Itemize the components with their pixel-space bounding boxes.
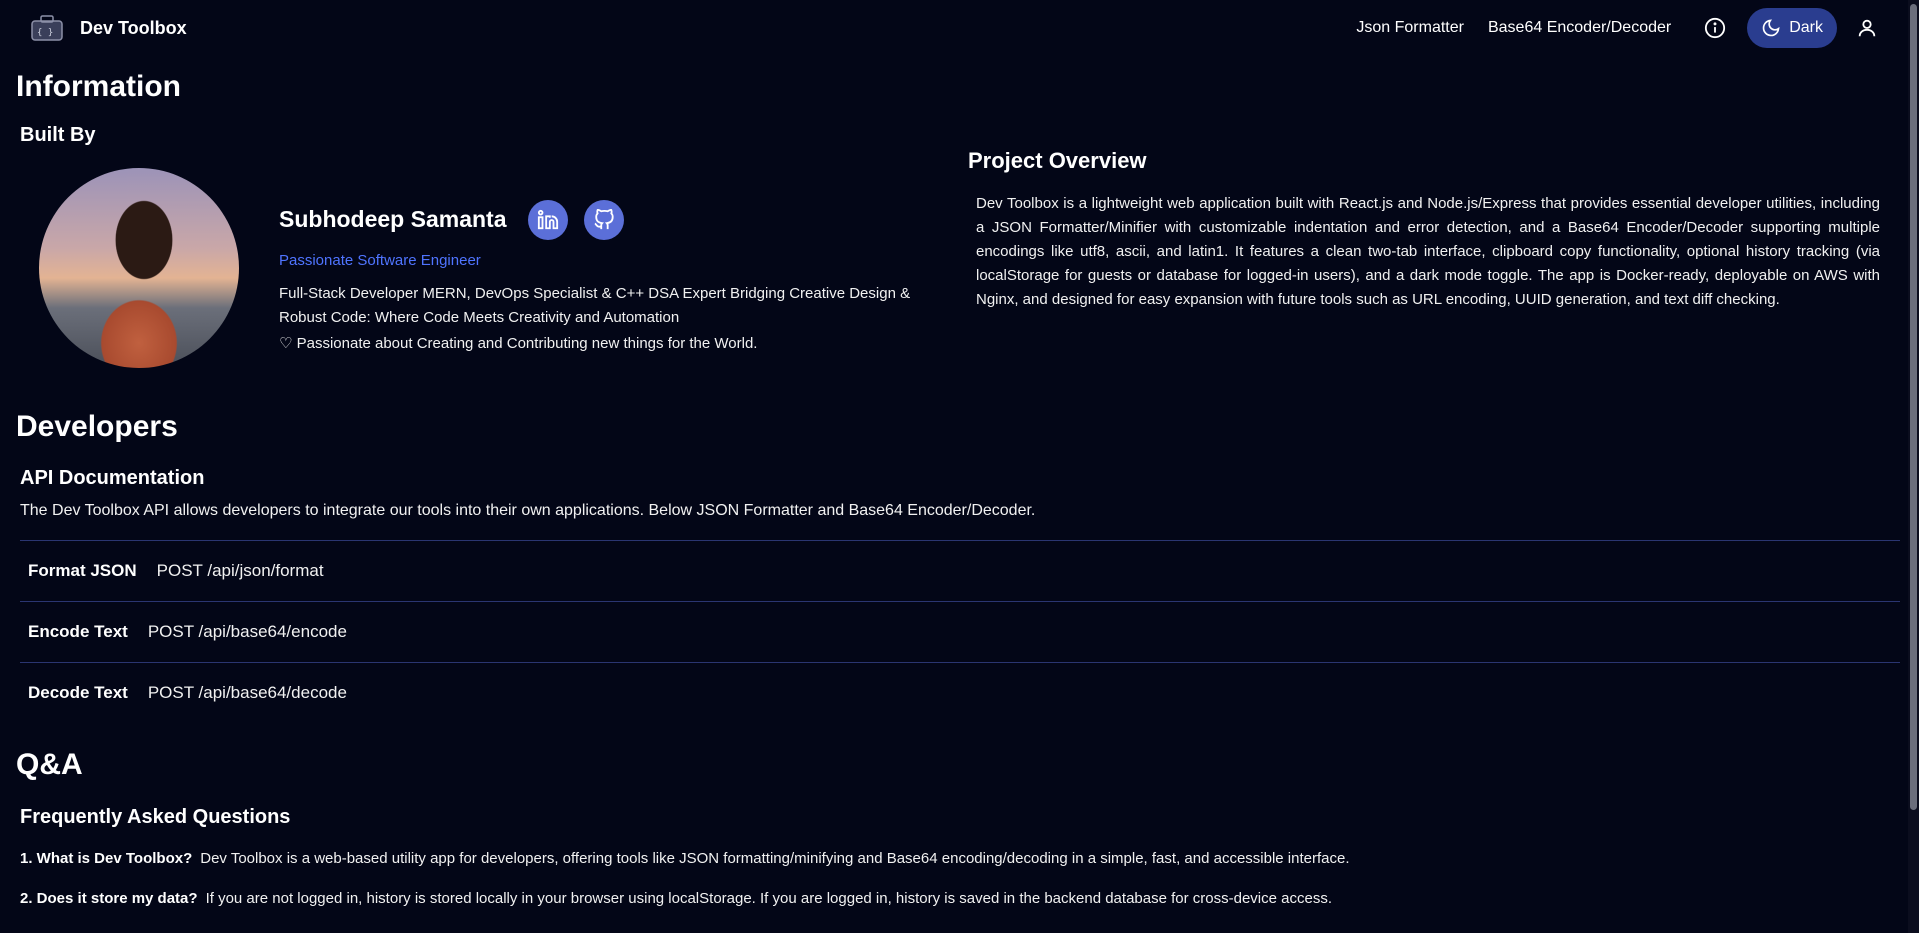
qa-heading: Q&A bbox=[16, 748, 83, 781]
faq-answer: Dev Toolbox is a web-based utility app f… bbox=[200, 850, 1350, 867]
svg-text:{ }: { } bbox=[37, 28, 53, 38]
user-button[interactable] bbox=[1845, 8, 1889, 48]
nav-base64[interactable]: Base64 Encoder/Decoder bbox=[1476, 19, 1683, 37]
project-overview-text: Dev Toolbox is a lightweight web applica… bbox=[976, 195, 1880, 308]
top-navbar: { } Dev Toolbox Json Formatter Base64 En… bbox=[0, 0, 1905, 56]
info-icon bbox=[1705, 17, 1726, 39]
main-nav: Json Formatter Base64 Encoder/Decoder Da… bbox=[1344, 8, 1889, 48]
linkedin-button[interactable] bbox=[528, 200, 568, 240]
endpoint-row: Format JSON POST /api/json/format bbox=[20, 540, 1900, 601]
avatar bbox=[39, 168, 239, 368]
toolbox-icon: { } bbox=[30, 14, 64, 42]
faq-item: 2. Does it store my data? If you are not … bbox=[20, 890, 1332, 907]
developer-bio: Full-Stack Developer MERN, DevOps Specia… bbox=[279, 285, 911, 326]
endpoint-row: Encode Text POST /api/base64/encode bbox=[20, 601, 1900, 662]
brand[interactable]: { } Dev Toolbox bbox=[30, 14, 187, 42]
endpoint-row: Decode Text POST /api/base64/decode bbox=[20, 662, 1900, 723]
endpoint-label: Format JSON bbox=[28, 561, 137, 580]
developer-name: Subhodeep Samanta bbox=[279, 206, 507, 232]
project-overview-heading: Project Overview bbox=[968, 148, 1147, 173]
user-icon bbox=[1858, 19, 1876, 37]
github-icon bbox=[594, 209, 614, 230]
built-by-heading: Built By bbox=[20, 124, 96, 146]
brand-name: Dev Toolbox bbox=[80, 17, 187, 38]
linkedin-icon bbox=[537, 209, 559, 230]
endpoint-route: POST /api/base64/encode bbox=[147, 622, 347, 641]
developers-heading: Developers bbox=[16, 410, 178, 443]
faq-answer: If you are not logged in, history is sto… bbox=[205, 890, 1332, 907]
faq-item: 1. What is Dev Toolbox? Dev Toolbox is a … bbox=[20, 850, 1350, 867]
page: { } Dev Toolbox Json Formatter Base64 En… bbox=[0, 0, 1919, 933]
scrollbar[interactable] bbox=[1908, 0, 1919, 933]
faq-heading: Frequently Asked Questions bbox=[20, 806, 291, 828]
nav-json-formatter[interactable]: Json Formatter bbox=[1344, 19, 1476, 37]
moon-icon bbox=[1762, 19, 1780, 37]
info-button[interactable] bbox=[1695, 8, 1735, 48]
scrollbar-thumb[interactable] bbox=[1910, 4, 1917, 810]
theme-label: Dark bbox=[1789, 19, 1823, 36]
github-button[interactable] bbox=[584, 200, 624, 240]
developer-passion: ♡ Passionate about Creating and Contribu… bbox=[279, 335, 758, 352]
endpoint-route: POST /api/base64/decode bbox=[147, 683, 347, 702]
endpoint-label: Encode Text bbox=[28, 622, 128, 641]
endpoint-label: Decode Text bbox=[28, 683, 128, 702]
faq-question: 1. What is Dev Toolbox? bbox=[20, 850, 193, 867]
api-documentation-heading: API Documentation bbox=[20, 467, 205, 489]
theme-toggle-button[interactable]: Dark bbox=[1747, 8, 1837, 48]
api-description: The Dev Toolbox API allows developers to… bbox=[20, 502, 1036, 519]
information-heading: Information bbox=[16, 70, 181, 103]
endpoint-route: POST /api/json/format bbox=[156, 561, 324, 580]
developer-tagline: Passionate Software Engineer bbox=[279, 252, 481, 269]
faq-question: 2. Does it store my data? bbox=[20, 890, 198, 907]
